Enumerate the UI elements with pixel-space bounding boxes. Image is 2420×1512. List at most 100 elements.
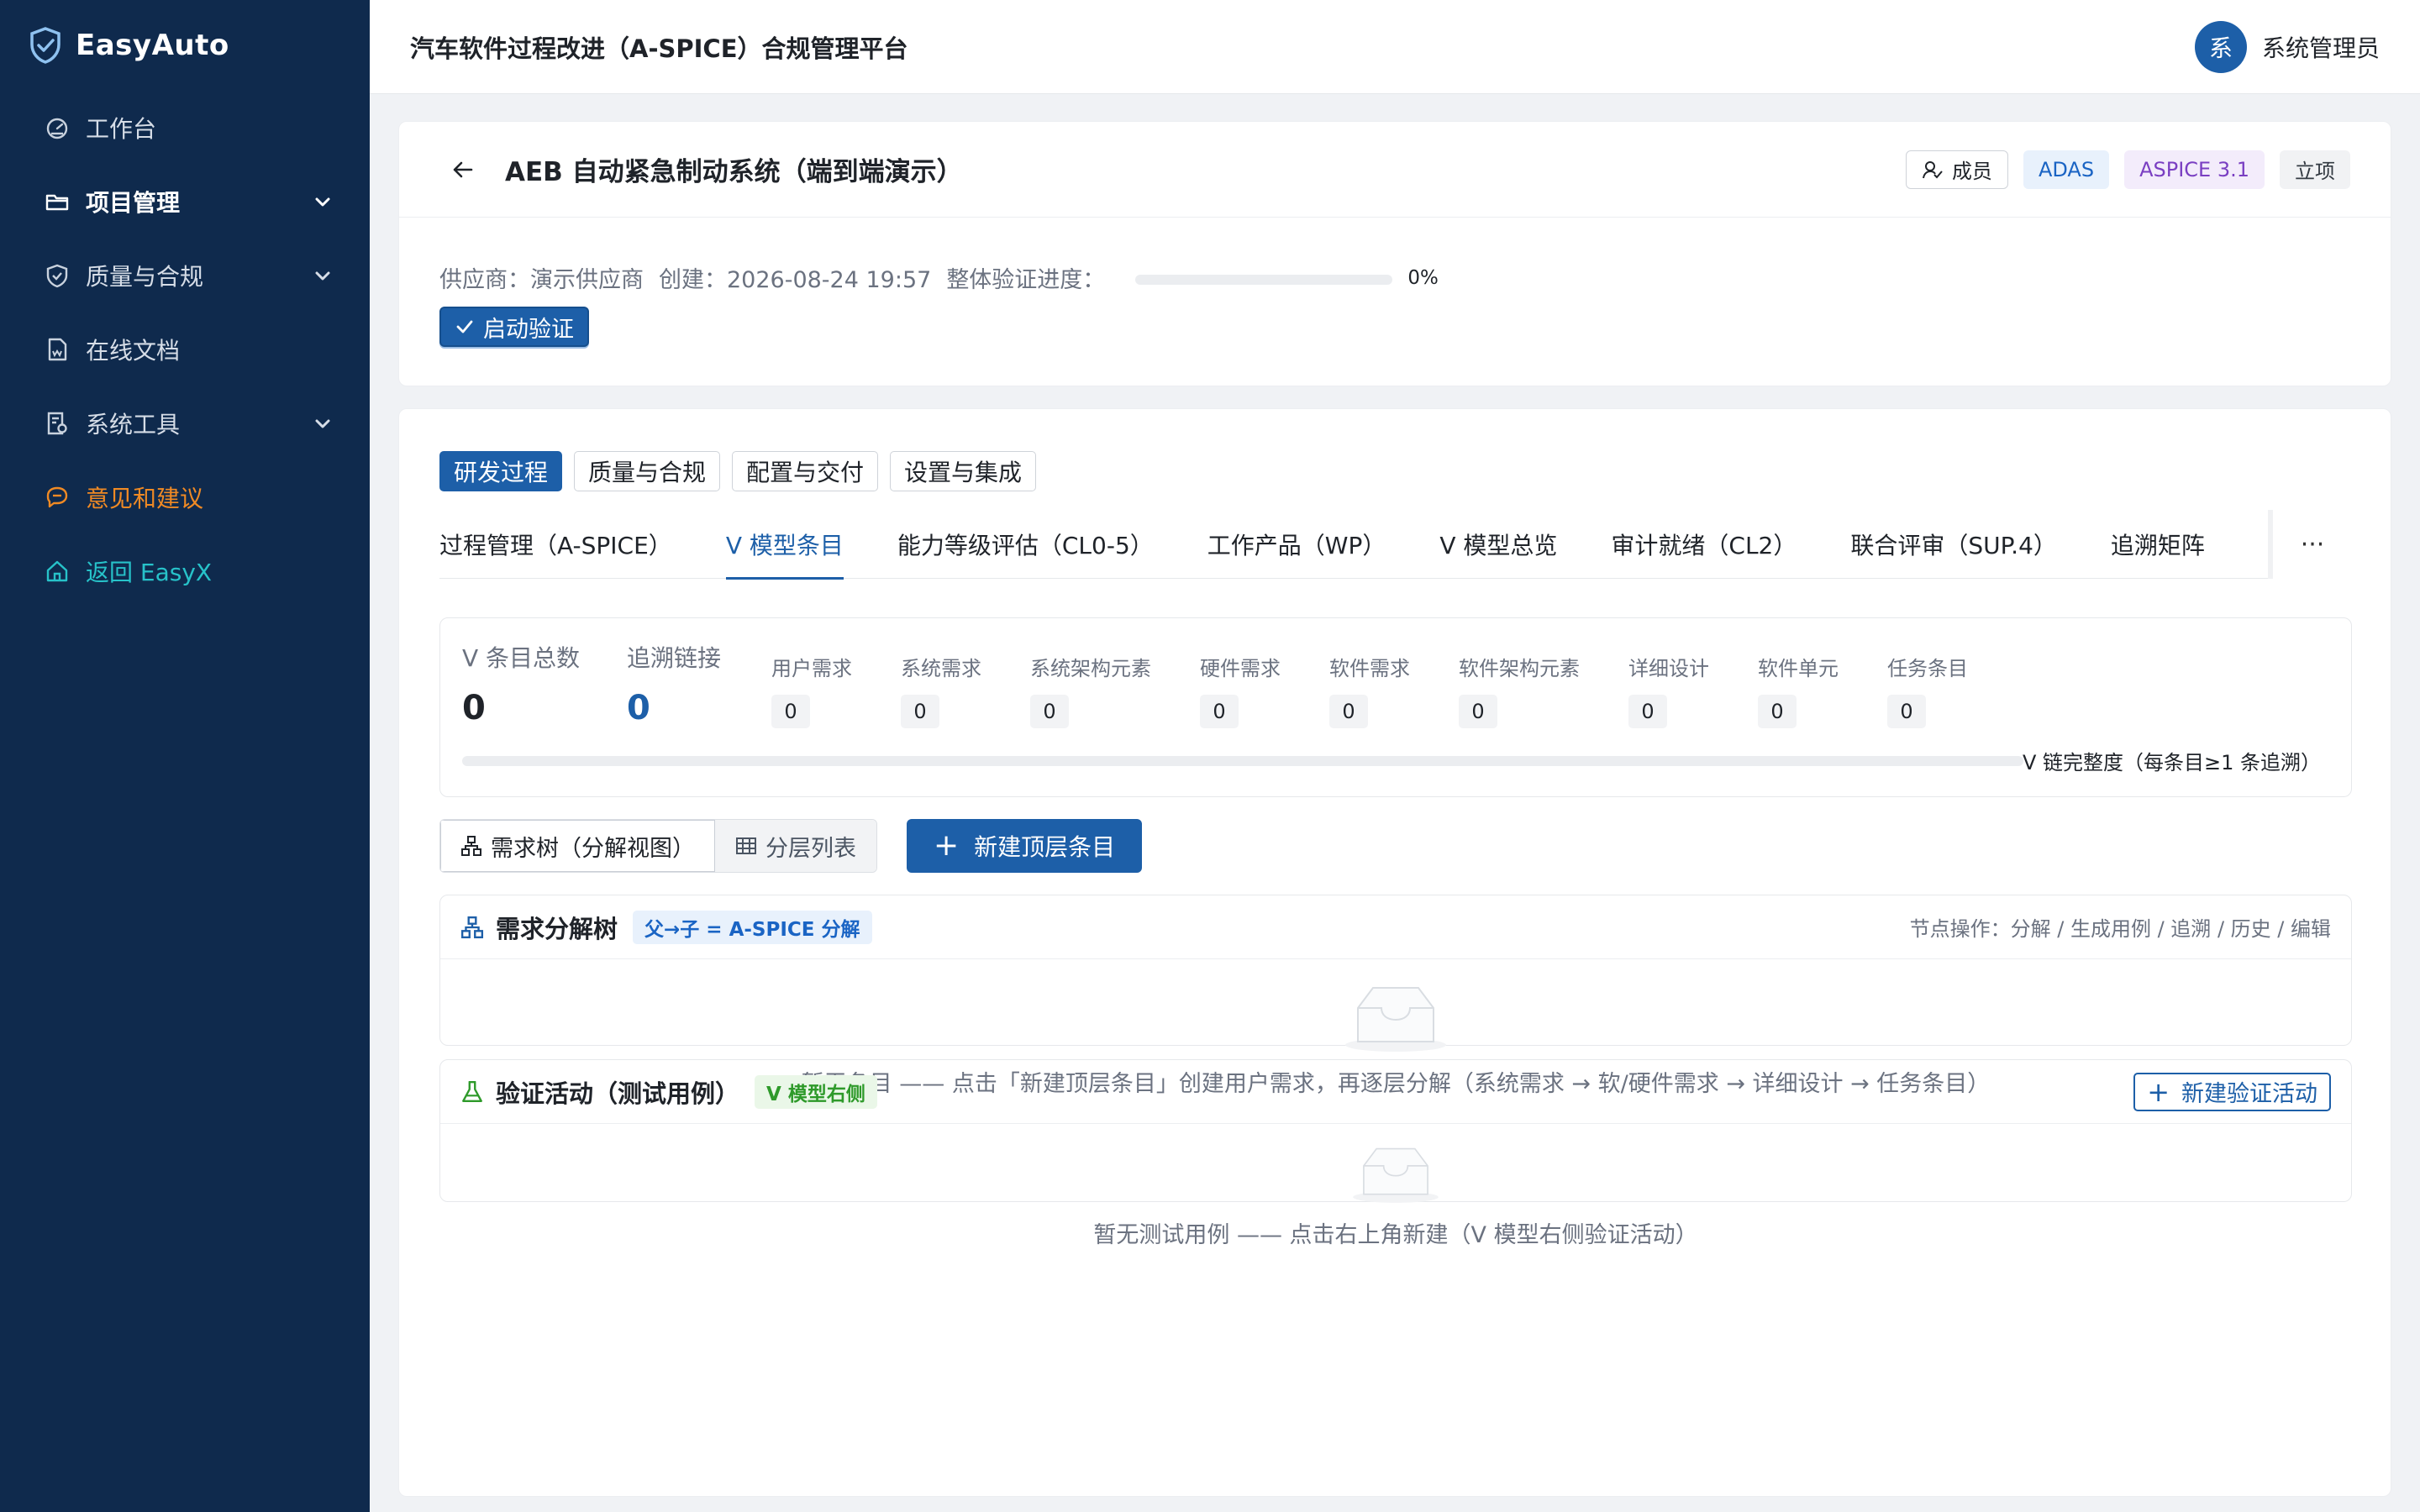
tab-settings-integration[interactable]: 设置与集成	[890, 451, 1037, 491]
sidebar-item-label: 返回 EasyX	[86, 559, 213, 586]
users-icon	[1922, 160, 1943, 178]
folder-icon	[44, 188, 71, 215]
main-card: 研发过程 质量与合规 配置与交付 设置与集成 过程管理（A-SPICE） V 模…	[398, 408, 2391, 1497]
project-card: AEB 自动紧急制动系统（端到端演示） 成员 ADAS ASPICE 3.1 立…	[398, 121, 2391, 386]
shield-icon	[44, 262, 71, 289]
empty-inbox-icon	[1353, 1147, 1439, 1203]
progress-label: 整体验证进度：	[946, 267, 1106, 293]
tree-view-button[interactable]: 需求树（分解视图）	[440, 820, 715, 872]
tab-joint-review[interactable]: 联合评审（SUP.4）	[1850, 510, 2057, 579]
stat-label: 系统架构元素	[1030, 657, 1151, 680]
app-title: 汽车软件过程改进（A-SPICE）合规管理平台	[410, 34, 908, 63]
tab-capability-assessment[interactable]: 能力等级评估（CL0-5）	[897, 510, 1154, 579]
start-verification-button[interactable]: 启动验证	[439, 307, 589, 347]
supplier-text: 供应商：演示供应商	[439, 267, 644, 293]
stat-label: 软件单元	[1758, 657, 1839, 680]
brand-name: EasyAuto	[76, 29, 229, 62]
project-title: AEB 自动紧急制动系统（端到端演示）	[505, 157, 963, 187]
tree-icon	[460, 916, 484, 938]
panel-title: 需求分解树	[496, 914, 618, 943]
stat-level-system-arch: 系统架构元素 0	[1030, 652, 1151, 728]
tools-icon	[44, 410, 71, 437]
sidebar-item-label: 质量与合规	[86, 263, 204, 291]
tab-quality-compliance[interactable]: 质量与合规	[574, 451, 721, 491]
members-label: 成员	[1951, 160, 1992, 183]
stat-label: 追溯链接	[627, 644, 722, 672]
sidebar-item-system-tools[interactable]: 系统工具	[0, 386, 370, 460]
stat-value: 0	[1758, 695, 1797, 728]
document-icon	[44, 336, 71, 363]
sub-tabs: 过程管理（A-SPICE） V 模型条目 能力等级评估（CL0-5） 工作产品（…	[439, 510, 2352, 580]
more-tabs-button[interactable]: ···	[2268, 510, 2352, 579]
panel-header: 需求分解树 父→子 = A-SPICE 分解 节点操作：分解 / 生成用例 / …	[440, 895, 2351, 959]
tab-v-model-items[interactable]: V 模型条目	[725, 510, 844, 580]
new-top-item-label: 新建顶层条目	[974, 833, 1116, 861]
category-tabs: 研发过程 质量与合规 配置与交付 设置与集成	[439, 451, 1048, 491]
brand[interactable]: EasyAuto	[0, 0, 370, 91]
stat-value: 0	[462, 689, 486, 727]
table-icon	[736, 837, 756, 854]
tab-dev-process[interactable]: 研发过程	[439, 451, 563, 491]
sidebar-nav: 工作台 项目管理 质量与合规 在线文档 系统工具 意见和建议 返回 EasyX	[0, 91, 370, 608]
sidebar-item-label: 系统工具	[86, 411, 181, 438]
back-arrow-icon[interactable]	[448, 155, 478, 185]
avatar[interactable]: 系	[2194, 20, 2247, 73]
stat-level-hw-req: 硬件需求 0	[1200, 652, 1281, 728]
v-model-right-badge: V 模型右侧	[755, 1074, 877, 1109]
sidebar-item-feedback[interactable]: 意见和建议	[0, 460, 370, 534]
check-icon	[456, 320, 473, 333]
stat-label: 用户需求	[771, 657, 852, 680]
shield-check-logo-icon	[30, 27, 60, 64]
created-text: 创建：2026-08-24 19:57	[659, 267, 932, 293]
tab-audit-readiness[interactable]: 审计就绪（CL2）	[1611, 510, 1797, 579]
node-actions-hint: 节点操作：分解 / 生成用例 / 追溯 / 历史 / 编辑	[1909, 917, 2331, 941]
chevron-down-icon	[315, 419, 330, 428]
verification-panel: 验证活动（测试用例） V 模型右侧 + 新建验证活动 暂无测试用例 —— 点击右…	[439, 1059, 2352, 1248]
progress-bar	[1135, 274, 1393, 285]
view-toggle: 需求树（分解视图） 分层列表	[439, 819, 877, 873]
standard-tag: ASPICE 3.1	[2124, 150, 2265, 189]
stat-label: 硬件需求	[1200, 657, 1281, 680]
list-view-label: 分层列表	[765, 835, 856, 862]
decomposition-badge: 父→子 = A-SPICE 分解	[633, 910, 872, 944]
stat-level-user-req: 用户需求 0	[771, 652, 852, 728]
list-view-button[interactable]: 分层列表	[715, 820, 876, 872]
sidebar-item-label: 在线文档	[86, 337, 181, 365]
sidebar-item-quality-compliance[interactable]: 质量与合规	[0, 239, 370, 312]
sidebar-item-online-docs[interactable]: 在线文档	[0, 312, 370, 386]
sidebar-item-label: 项目管理	[86, 189, 181, 217]
domain-tag: ADAS	[2023, 150, 2110, 189]
tab-trace-matrix[interactable]: 追溯矩阵	[2111, 510, 2205, 579]
sidebar-item-back-easyx[interactable]: 返回 EasyX	[0, 534, 370, 608]
v-chain-completeness-bar	[462, 756, 2023, 766]
stat-label: 详细设计	[1628, 657, 1709, 680]
empty-text: 暂无测试用例 —— 点击右上角新建（V 模型右侧验证活动）	[1093, 1222, 1698, 1248]
flask-icon	[462, 1080, 482, 1102]
new-top-item-button[interactable]: + 新建顶层条目	[907, 819, 1143, 873]
stat-total-items: V 条目总数 0	[462, 640, 580, 727]
v-model-stats: V 条目总数 0 追溯链接 0 用户需求 0 系统需求 0 系统架构元素 0 硬…	[439, 617, 2352, 797]
user-name[interactable]: 系统管理员	[2262, 30, 2380, 64]
chevron-down-icon	[315, 197, 330, 207]
tree-view-label: 需求树（分解视图）	[491, 835, 695, 862]
tab-v-model-overview[interactable]: V 模型总览	[1439, 510, 1557, 579]
stat-value: 0	[1887, 695, 1926, 728]
stat-level-sw-arch: 软件架构元素 0	[1459, 652, 1580, 728]
tab-work-products[interactable]: 工作产品（WP）	[1207, 510, 1386, 579]
stat-level-system-req: 系统需求 0	[901, 652, 981, 728]
new-verification-button[interactable]: + 新建验证活动	[2133, 1072, 2331, 1111]
members-button[interactable]: 成员	[1905, 150, 2008, 189]
stat-label: 软件需求	[1329, 657, 1410, 680]
sidebar-item-project-management[interactable]: 项目管理	[0, 165, 370, 239]
home-icon	[44, 558, 71, 585]
sidebar-item-workbench[interactable]: 工作台	[0, 91, 370, 165]
plus-icon: +	[934, 828, 960, 863]
panel-header: 验证活动（测试用例） V 模型右侧 + 新建验证活动	[440, 1060, 2351, 1124]
stat-level-task-items: 任务条目 0	[1887, 652, 1968, 728]
chevron-down-icon	[315, 271, 330, 281]
tab-config-delivery[interactable]: 配置与交付	[732, 451, 879, 491]
chat-icon	[44, 484, 71, 511]
user-menu[interactable]: 系 系统管理员	[2194, 20, 2380, 73]
tab-process-management[interactable]: 过程管理（A-SPICE）	[439, 510, 672, 579]
tree-icon	[461, 836, 481, 856]
